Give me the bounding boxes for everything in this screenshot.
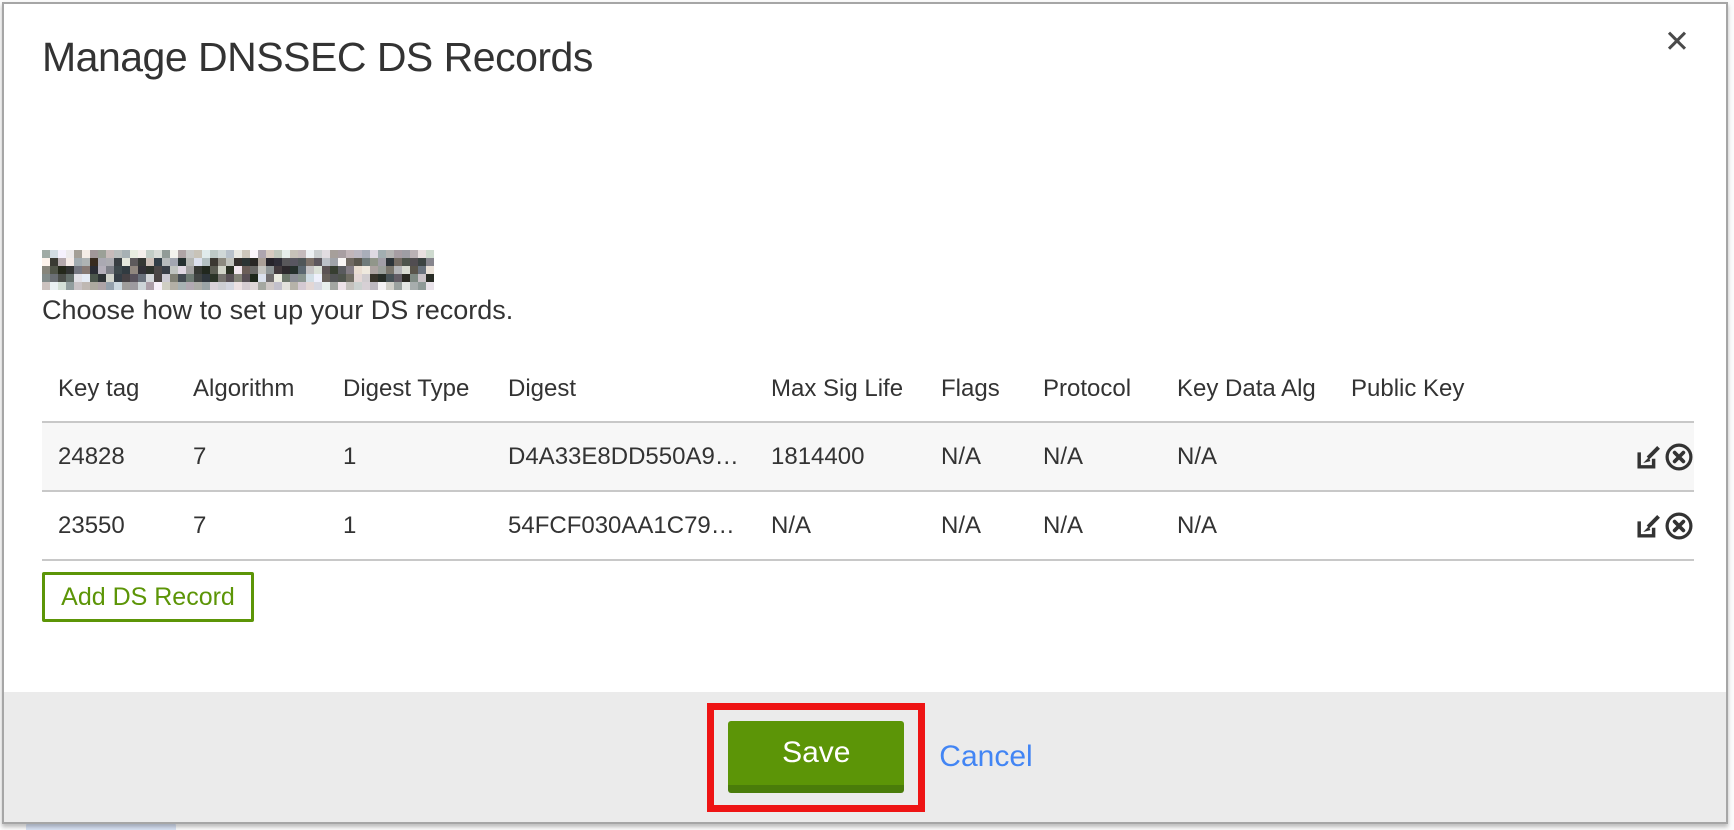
cell-algorithm: 7 xyxy=(177,422,327,491)
cell-flags: N/A xyxy=(925,422,1027,491)
manage-dnssec-modal: Manage DNSSEC DS Records ✕ Choose how to… xyxy=(2,2,1728,824)
cell-digest: D4A33E8DD550A9… xyxy=(492,422,755,491)
table-row: 23550 7 1 54FCF030AA1C79… N/A N/A N/A N/… xyxy=(42,491,1694,560)
ds-records-table: Key tag Algorithm Digest Type Digest Max… xyxy=(42,356,1694,561)
annotation-highlight-box: Save xyxy=(707,703,925,812)
edit-record-button[interactable] xyxy=(1634,442,1664,472)
cell-algorithm: 7 xyxy=(177,491,327,560)
modal-footer: Save Cancel xyxy=(4,692,1726,822)
cell-key-data-alg: N/A xyxy=(1161,422,1335,491)
cell-public-key xyxy=(1335,491,1597,560)
add-ds-record-button[interactable]: Add DS Record xyxy=(42,572,254,622)
close-icon[interactable]: ✕ xyxy=(1664,26,1690,57)
column-flags: Flags xyxy=(925,356,1027,422)
delete-record-button[interactable] xyxy=(1664,511,1694,541)
delete-icon xyxy=(1664,442,1694,472)
cell-max-sig-life: N/A xyxy=(755,491,925,560)
cell-actions xyxy=(1597,491,1694,560)
table-row: 24828 7 1 D4A33E8DD550A9… 1814400 N/A N/… xyxy=(42,422,1694,491)
cell-public-key xyxy=(1335,422,1597,491)
page-title: Manage DNSSEC DS Records xyxy=(42,34,593,81)
cell-flags: N/A xyxy=(925,491,1027,560)
cell-max-sig-life: 1814400 xyxy=(755,422,925,491)
instruction-text: Choose how to set up your DS records. xyxy=(42,295,513,326)
cell-digest-type: 1 xyxy=(327,422,492,491)
cancel-link[interactable]: Cancel xyxy=(939,740,1032,774)
cell-key-data-alg: N/A xyxy=(1161,491,1335,560)
column-digest-type: Digest Type xyxy=(327,356,492,422)
cell-protocol: N/A xyxy=(1027,422,1161,491)
edit-icon xyxy=(1634,511,1664,541)
screen: Manage DNSSEC DS Records ✕ Choose how to… xyxy=(0,0,1734,830)
cell-protocol: N/A xyxy=(1027,491,1161,560)
cell-key-tag: 24828 xyxy=(42,422,177,491)
column-public-key: Public Key xyxy=(1335,356,1597,422)
table-header-row: Key tag Algorithm Digest Type Digest Max… xyxy=(42,356,1694,422)
column-key-data-alg: Key Data Alg xyxy=(1161,356,1335,422)
column-max-sig-life: Max Sig Life xyxy=(755,356,925,422)
cell-actions xyxy=(1597,422,1694,491)
column-digest: Digest xyxy=(492,356,755,422)
column-key-tag: Key tag xyxy=(42,356,177,422)
column-protocol: Protocol xyxy=(1027,356,1161,422)
cell-digest-type: 1 xyxy=(327,491,492,560)
edit-record-button[interactable] xyxy=(1634,511,1664,541)
save-button[interactable]: Save xyxy=(728,721,904,793)
redacted-domain-text xyxy=(42,250,434,290)
cell-digest: 54FCF030AA1C79… xyxy=(492,491,755,560)
edit-icon xyxy=(1634,442,1664,472)
delete-record-button[interactable] xyxy=(1664,442,1694,472)
column-algorithm: Algorithm xyxy=(177,356,327,422)
cell-key-tag: 23550 xyxy=(42,491,177,560)
delete-icon xyxy=(1664,511,1694,541)
column-actions xyxy=(1597,356,1694,422)
